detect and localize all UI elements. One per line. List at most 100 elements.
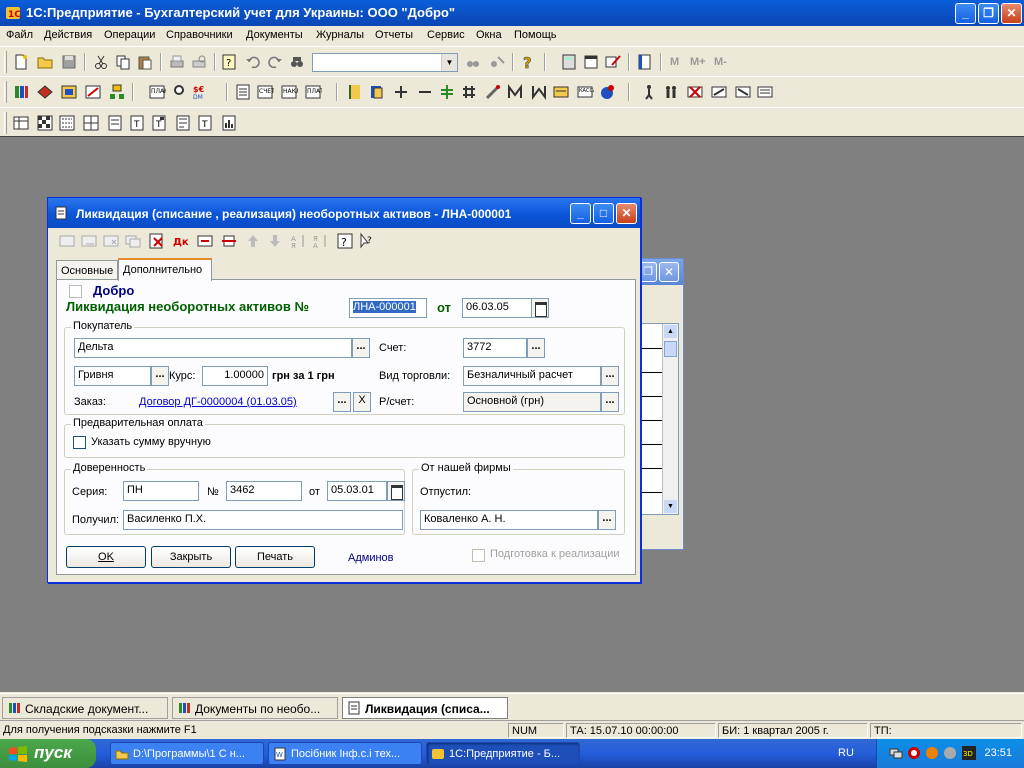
background-window[interactable]: ❐ ✕ ▲ ▼ xyxy=(636,258,684,550)
tab-main[interactable]: Основные xyxy=(56,260,118,280)
book-icon[interactable] xyxy=(636,53,654,71)
money-icon[interactable]: $€DM xyxy=(192,83,210,101)
ok-button[interactable]: OK xyxy=(66,546,146,568)
cut-icon[interactable] xyxy=(92,53,110,71)
taskbar-button-word[interactable]: W Посібник Інф.с.і тех... xyxy=(268,742,422,765)
copy-doc-icon[interactable] xyxy=(368,83,386,101)
plan-accounts-icon[interactable]: ПЛАН xyxy=(148,83,166,101)
currency-select-button[interactable]: ... xyxy=(151,366,169,386)
chevron-down-icon[interactable]: ▼ xyxy=(441,54,457,71)
company-checkbox[interactable] xyxy=(69,285,82,298)
maximize-icon[interactable]: ❐ xyxy=(639,262,657,282)
save-icon[interactable] xyxy=(60,53,78,71)
rate-input[interactable]: 1.00000 xyxy=(202,366,268,386)
new-document-icon[interactable] xyxy=(12,53,30,71)
language-indicator[interactable]: RU xyxy=(838,747,854,759)
dialog-minimize-button[interactable]: _ xyxy=(570,203,591,224)
manual-sum-checkbox[interactable] xyxy=(73,436,86,449)
context-help-icon[interactable]: ? xyxy=(358,232,376,250)
arrow-down-icon[interactable] xyxy=(266,232,284,250)
person-walk-icon[interactable] xyxy=(640,83,658,101)
transfer-icon[interactable] xyxy=(710,83,728,101)
copy-row-icon[interactable] xyxy=(124,232,142,250)
close-period-icon[interactable] xyxy=(734,83,752,101)
undo-icon[interactable] xyxy=(244,53,262,71)
toolbar-grip[interactable] xyxy=(4,51,7,73)
calculator-icon[interactable] xyxy=(560,53,578,71)
proxy-date-input[interactable]: 05.03.01 xyxy=(327,481,387,501)
toolbar-grip[interactable] xyxy=(4,112,7,134)
menu-operations[interactable]: Операции xyxy=(104,29,155,41)
insert-icon[interactable] xyxy=(220,232,238,250)
calendar-icon[interactable] xyxy=(387,481,405,501)
report-icon[interactable] xyxy=(756,83,774,101)
analysis-icon[interactable] xyxy=(106,114,124,132)
payment-icon[interactable]: ПЛАТ xyxy=(304,83,322,101)
window-tab-warehouse[interactable]: Складские документ... xyxy=(2,697,168,719)
edit-text-icon[interactable] xyxy=(604,53,622,71)
buyer-input[interactable]: Дельта xyxy=(74,338,352,358)
sort-asc-icon[interactable]: АЯ xyxy=(290,232,308,250)
memory-plus-button[interactable]: M+ xyxy=(690,56,706,68)
checkerboard-icon[interactable] xyxy=(36,114,54,132)
chess-report-icon[interactable]: T xyxy=(196,114,214,132)
close-icon[interactable]: ✕ xyxy=(659,262,679,282)
memory-minus-button[interactable]: M- xyxy=(714,56,727,68)
people-icon[interactable] xyxy=(662,83,680,101)
chart-up-icon[interactable] xyxy=(506,83,524,101)
open-folder-icon[interactable] xyxy=(36,53,54,71)
minimize-button[interactable]: _ xyxy=(955,3,976,24)
invoice-icon[interactable]: СЧЕТ xyxy=(256,83,274,101)
buyer-select-button[interactable]: ... xyxy=(352,338,370,358)
network-icon[interactable] xyxy=(889,746,903,760)
help-icon[interactable]: ? xyxy=(336,232,354,250)
employee-icon[interactable] xyxy=(170,83,188,101)
entries-journal-icon[interactable] xyxy=(84,83,102,101)
number-input[interactable]: 3462 xyxy=(226,481,302,501)
minus-icon[interactable] xyxy=(416,83,434,101)
delete-mark-icon[interactable] xyxy=(686,83,704,101)
doc-number-input[interactable]: ЛНА-000001 xyxy=(349,298,427,318)
scroll-thumb[interactable] xyxy=(664,341,677,357)
cash-icon[interactable]: КАССА xyxy=(576,83,594,101)
redo-icon[interactable] xyxy=(266,53,284,71)
menu-journals[interactable]: Журналы xyxy=(316,29,364,41)
scroll-up-icon[interactable]: ▲ xyxy=(664,325,677,338)
app-title-bar[interactable]: 1C 1С:Предприятие - Бухгалтерский учет д… xyxy=(0,0,1024,26)
background-list[interactable]: ▲ ▼ xyxy=(641,323,679,515)
vertical-scrollbar[interactable]: ▲ ▼ xyxy=(662,324,678,514)
copy-icon[interactable] xyxy=(114,53,132,71)
menu-help[interactable]: Помощь xyxy=(514,29,557,41)
order-select-button[interactable]: ... xyxy=(333,392,351,412)
grid-icon[interactable] xyxy=(460,83,478,101)
card-t-icon[interactable]: T xyxy=(128,114,146,132)
menu-windows[interactable]: Окна xyxy=(476,29,502,41)
bank-icon[interactable] xyxy=(598,83,616,101)
chart-down-icon[interactable] xyxy=(530,83,548,101)
replace-icon[interactable] xyxy=(488,53,506,71)
documents-journal-icon[interactable] xyxy=(60,83,78,101)
liquidation-dialog[interactable]: Ликвидация (списание , реализация) необо… xyxy=(47,197,641,583)
start-button[interactable]: пуск xyxy=(0,739,96,768)
dialog-close-button[interactable]: ✕ xyxy=(616,203,637,224)
add-row-icon[interactable] xyxy=(58,232,76,250)
print-icon[interactable] xyxy=(168,53,186,71)
print-preview-icon[interactable] xyxy=(190,53,208,71)
released-select-button[interactable]: ... xyxy=(598,510,616,530)
help-icon[interactable]: ? xyxy=(518,53,536,71)
bank-account-select-button[interactable]: ... xyxy=(601,392,619,412)
order-link[interactable]: Договор ДГ-0000004 (01.03.05) xyxy=(139,396,297,408)
tools-icon[interactable] xyxy=(484,83,502,101)
move-icon[interactable] xyxy=(196,232,214,250)
account-input[interactable]: 3772 xyxy=(463,338,527,358)
order-clear-button[interactable]: X xyxy=(353,392,371,412)
plus-icon[interactable] xyxy=(392,83,410,101)
clock[interactable]: 23:51 xyxy=(984,747,1012,759)
find-icon[interactable] xyxy=(288,53,306,71)
menu-service[interactable]: Сервис xyxy=(427,29,465,41)
menu-documents[interactable]: Документы xyxy=(246,29,303,41)
media-icon[interactable] xyxy=(925,746,939,760)
restore-button[interactable]: ❐ xyxy=(978,3,999,24)
menu-reports[interactable]: Отчеты xyxy=(375,29,413,41)
window-tab-fixed-assets[interactable]: Документы по необо... xyxy=(172,697,338,719)
